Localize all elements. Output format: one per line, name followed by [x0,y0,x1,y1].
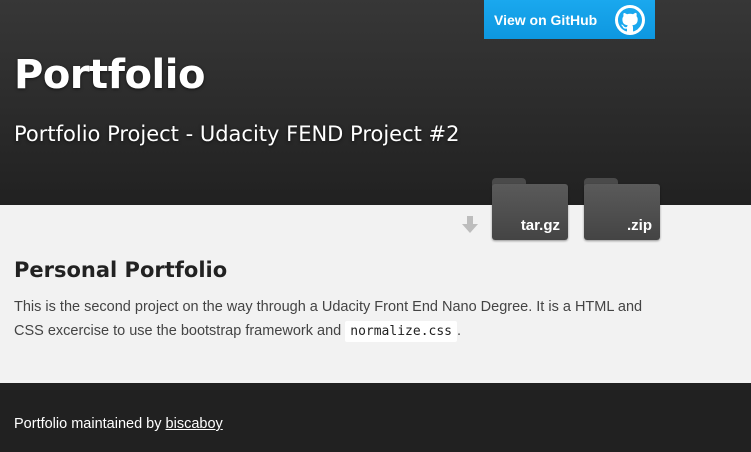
page-header: View on GitHub Portfolio Portfolio Proje… [0,0,751,205]
download-zip-label: .zip [627,217,652,234]
section-heading: Personal Portfolio [14,258,228,282]
code-snippet: normalize.css [345,321,457,342]
project-tagline: Portfolio Project - Udacity FEND Project… [14,122,460,146]
page-footer: Portfolio maintained by biscaboy [0,383,751,452]
download-arrow-icon [462,216,478,234]
description-paragraph: This is the second project on the way th… [14,295,674,344]
download-zip-button[interactable]: .zip [584,178,660,240]
view-on-github-label: View on GitHub [494,11,598,28]
description-text: This is the second project on the way th… [14,299,643,339]
description-end: . [457,323,462,339]
view-on-github-button[interactable]: View on GitHub [484,0,655,39]
download-tar-gz-button[interactable]: tar.gz [492,178,568,240]
footer-prefix: Portfolio maintained by [14,416,166,432]
author-link[interactable]: biscaboy [166,416,223,432]
main-content: Personal Portfolio This is the second pr… [14,258,674,344]
github-octocat-icon [615,4,645,35]
download-tar-gz-label: tar.gz [520,217,560,234]
footer-text: Portfolio maintained by biscaboy [14,416,223,432]
project-title: Portfolio [14,52,205,98]
